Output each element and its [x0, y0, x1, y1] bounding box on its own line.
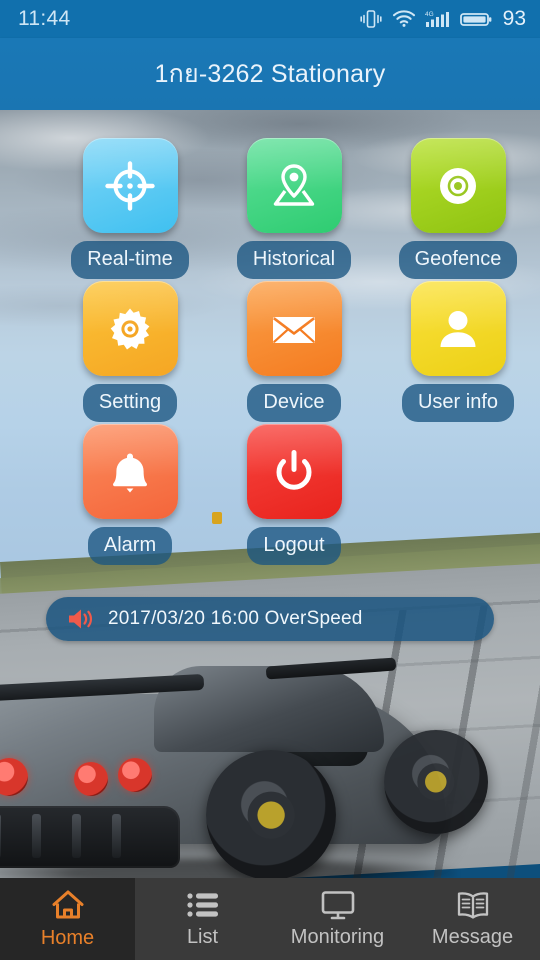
vibrate-icon [360, 10, 382, 28]
wifi-icon [392, 10, 415, 27]
alert-banner[interactable]: 2017/03/20 16:00 OverSpeed [46, 597, 494, 641]
nav-item-home[interactable]: Home [0, 878, 135, 960]
app-icon-grid: Real-time Historical Geofence Setting De… [0, 110, 540, 567]
user-icon [440, 310, 476, 347]
setting-tile-bg[interactable] [82, 281, 178, 376]
historical-tile-bg[interactable] [246, 138, 342, 233]
app-label: Real-time [71, 241, 189, 279]
app-tile-setting[interactable]: Setting [48, 281, 212, 424]
app-tile-user-info[interactable]: User info [376, 281, 540, 424]
power-icon [276, 449, 312, 490]
map-pin-icon [273, 163, 315, 206]
nav-label: List [186, 926, 219, 948]
envelope-icon [273, 316, 315, 343]
nav-label: Message [431, 926, 514, 948]
battery-percent-label: 93 [502, 7, 526, 30]
app-header-bar: 1กย-3262 Stationary [0, 38, 540, 110]
app-tile-geofence[interactable]: Geofence [376, 138, 540, 281]
app-tile-logout[interactable]: Logout [212, 424, 376, 567]
user-info-tile-bg[interactable] [410, 281, 506, 376]
app-label: Setting [82, 384, 178, 422]
app-label: Device [247, 384, 341, 422]
home-icon [52, 890, 83, 919]
monitor-icon [321, 891, 354, 920]
nav-item-message[interactable]: Message [405, 878, 540, 960]
alarm-tile-bg[interactable] [82, 424, 178, 519]
geofence-tile-bg[interactable] [410, 138, 506, 233]
alert-message: 2017/03/20 16:00 OverSpeed [108, 608, 363, 629]
app-tile-real-time[interactable]: Real-time [48, 138, 212, 281]
nav-item-monitoring[interactable]: Monitoring [270, 878, 405, 960]
svg-text:4G: 4G [425, 11, 434, 18]
app-grid-row: Alarm Logout [0, 424, 540, 567]
app-grid-row: Setting Device User info [0, 281, 540, 424]
status-bar: 11:44 4G 93 [0, 0, 540, 38]
crosshair-icon [105, 160, 155, 211]
book-icon [457, 892, 488, 919]
bell-icon [113, 453, 147, 492]
geofence-icon [440, 167, 476, 204]
real-time-tile-bg[interactable] [82, 138, 178, 233]
speaker-alert-icon [69, 609, 93, 629]
app-tile-historical[interactable]: Historical [212, 138, 376, 281]
nav-item-list[interactable]: List [135, 878, 270, 960]
home-content: Real-time Historical Geofence Setting De… [0, 110, 540, 878]
device-tile-bg[interactable] [246, 281, 342, 376]
app-tile-device[interactable]: Device [212, 281, 376, 424]
battery-icon [459, 13, 492, 26]
bottom-navigation-bar: Home List Monitoring Message [0, 878, 540, 960]
nav-label: Home [40, 927, 95, 949]
page-title: 1กย-3262 Stationary [154, 60, 386, 88]
app-label: Historical [236, 241, 352, 279]
status-bar-icons: 4G 93 [359, 7, 526, 31]
app-label: Logout [247, 527, 341, 565]
status-bar-time: 11:44 [18, 7, 71, 30]
gear-icon [110, 308, 150, 349]
nav-label: Monitoring [290, 926, 385, 948]
signal-4g-icon: 4G [425, 11, 449, 27]
app-tile-alarm[interactable]: Alarm [48, 424, 212, 567]
app-label: Alarm [87, 527, 173, 565]
app-grid-row: Real-time Historical Geofence [0, 138, 540, 281]
list-icon [186, 893, 218, 917]
app-label: Geofence [398, 241, 518, 279]
app-label: User info [401, 384, 515, 422]
logout-tile-bg[interactable] [246, 424, 342, 519]
